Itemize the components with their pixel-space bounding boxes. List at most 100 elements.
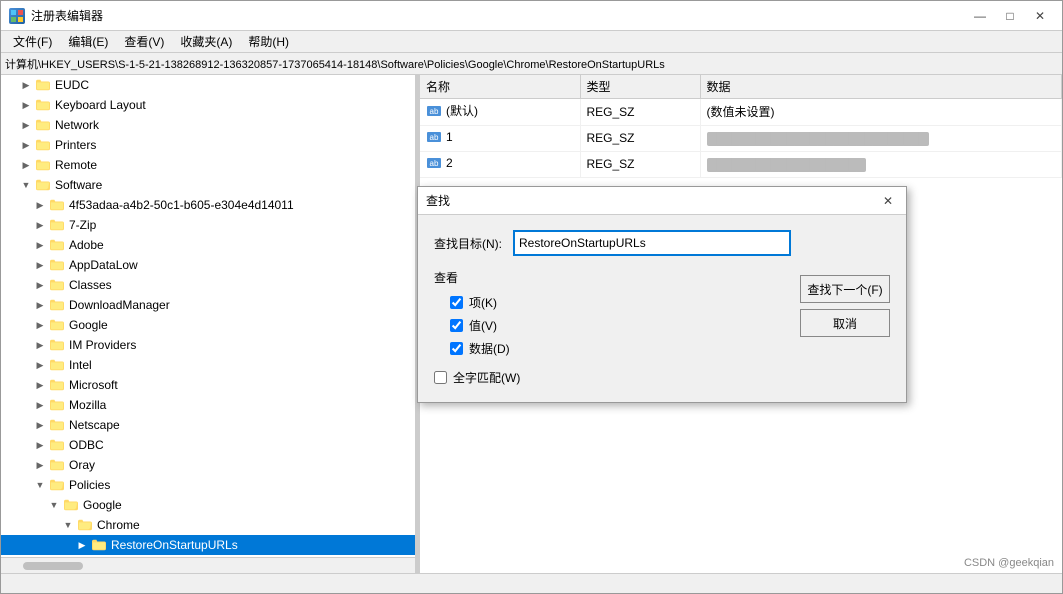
col-data[interactable]: 数据 [700, 75, 1062, 99]
tree-label: Intel [69, 358, 92, 372]
tree-label: EUDC [55, 78, 89, 92]
status-bar [1, 573, 1062, 593]
folder-icon [49, 277, 65, 293]
tree-item-appdatalow[interactable]: ▶ AppDataLow [1, 255, 415, 275]
tree-hscroll[interactable] [1, 557, 415, 573]
whole-word-label: 全字匹配(W) [453, 369, 520, 386]
maximize-button[interactable]: □ [996, 6, 1024, 26]
expand-icon: ▶ [33, 358, 47, 372]
checkbox-data[interactable]: 数据(D) [450, 340, 890, 357]
find-next-button[interactable]: 查找下一个(F) [800, 275, 890, 303]
tree-item-guid[interactable]: ▶ 4f53adaa-a4b2-50c1-b605-e304e4d14011 [1, 195, 415, 215]
tree-label: Google [69, 318, 108, 332]
tree-label: DownloadManager [69, 298, 170, 312]
folder-icon [49, 317, 65, 333]
tree-item-chrome[interactable]: ▼ Chrome [1, 515, 415, 535]
menu-help[interactable]: 帮助(H) [240, 31, 297, 52]
tree-item-google[interactable]: ▶ Google [1, 315, 415, 335]
tree-label: Classes [69, 278, 112, 292]
col-type[interactable]: 类型 [580, 75, 700, 99]
tree-item-improviders[interactable]: ▶ IM Providers [1, 335, 415, 355]
folder-icon [49, 197, 65, 213]
expand-icon: ▶ [33, 278, 47, 292]
expand-icon: ▶ [33, 238, 47, 252]
folder-icon-open [35, 177, 51, 193]
folder-icon [49, 377, 65, 393]
cell-name: ab 1 [420, 125, 580, 151]
checkbox-value-label: 值(V) [469, 317, 497, 334]
cell-type: REG_SZ [580, 151, 700, 177]
tree-item-netscape[interactable]: ▶ Netscape [1, 415, 415, 435]
menu-edit[interactable]: 编辑(E) [60, 31, 116, 52]
table-row[interactable]: ab (默认) REG_SZ (数值未设置) [420, 99, 1062, 126]
cell-data-blurred: ████████████████████████████ [700, 125, 1062, 151]
tree-label: Remote [55, 158, 97, 172]
tree-item-policies-google[interactable]: ▼ Google [1, 495, 415, 515]
folder-icon [35, 137, 51, 153]
tree-item-oray[interactable]: ▶ Oray [1, 455, 415, 475]
expand-icon: ▶ [33, 298, 47, 312]
svg-text:ab: ab [430, 133, 439, 142]
col-name[interactable]: 名称 [420, 75, 580, 99]
tree-item-mozilla[interactable]: ▶ Mozilla [1, 395, 415, 415]
find-dialog[interactable]: 查找 ✕ 查找目标(N): 查看 项(K) [417, 186, 907, 403]
close-button[interactable]: ✕ [1026, 6, 1054, 26]
whole-word-row[interactable]: 全字匹配(W) [434, 369, 890, 386]
tree-item-eudc[interactable]: ▶ EUDC [1, 75, 415, 95]
dialog-title-bar: 查找 ✕ [418, 187, 906, 215]
whole-word-checkbox[interactable] [434, 371, 447, 384]
tree-label: Policies [69, 478, 110, 492]
expand-icon: ▶ [33, 218, 47, 232]
find-input[interactable] [514, 231, 790, 255]
tree-item-downloadmanager[interactable]: ▶ DownloadManager [1, 295, 415, 315]
tree-item-microsoft[interactable]: ▶ Microsoft [1, 375, 415, 395]
expand-icon: ▶ [19, 138, 33, 152]
title-bar: 注册表编辑器 — □ ✕ [1, 1, 1062, 31]
tree-label: Printers [55, 138, 96, 152]
tree-scroll[interactable]: ▶ EUDC ▶ Keyboard Layout ▶ [1, 75, 415, 557]
tree-label: Oray [69, 458, 95, 472]
folder-icon [91, 537, 107, 553]
tree-item-printers[interactable]: ▶ Printers [1, 135, 415, 155]
folder-icon [49, 437, 65, 453]
expand-icon: ▶ [33, 398, 47, 412]
tree-item-policies[interactable]: ▼ Policies [1, 475, 415, 495]
table-row[interactable]: ab 2 REG_SZ ████████████████████ [420, 151, 1062, 177]
tree-item-intel[interactable]: ▶ Intel [1, 355, 415, 375]
tree-label: IM Providers [69, 338, 136, 352]
tree-item-remote[interactable]: ▶ Remote [1, 155, 415, 175]
checkbox-key-input[interactable] [450, 296, 463, 309]
tree-label: 7-Zip [69, 218, 96, 232]
checkbox-data-input[interactable] [450, 342, 463, 355]
menu-favorites[interactable]: 收藏夹(A) [172, 31, 240, 52]
folder-icon [35, 117, 51, 133]
tree-item-7zip[interactable]: ▶ 7-Zip [1, 215, 415, 235]
tree-item-network[interactable]: ▶ Network [1, 115, 415, 135]
menu-file[interactable]: 文件(F) [5, 31, 60, 52]
tree-item-keyboard[interactable]: ▶ Keyboard Layout [1, 95, 415, 115]
tree-item-classes[interactable]: ▶ Classes [1, 275, 415, 295]
tree-label: Network [55, 118, 99, 132]
folder-icon [35, 157, 51, 173]
dialog-close-button[interactable]: ✕ [878, 191, 898, 211]
address-bar: 计算机\HKEY_USERS\S-1-5-21-138268912-136320… [1, 53, 1062, 75]
tree-label: Software [55, 178, 102, 192]
checkbox-value-input[interactable] [450, 319, 463, 332]
svg-text:ab: ab [430, 159, 439, 168]
tree-item-software[interactable]: ▼ Software [1, 175, 415, 195]
folder-icon [35, 97, 51, 113]
tree-item-adobe[interactable]: ▶ Adobe [1, 235, 415, 255]
table-row[interactable]: ab 1 REG_SZ ████████████████████████████ [420, 125, 1062, 151]
tree-item-restore-urls[interactable]: ▶ RestoreOnStartupURLs [1, 535, 415, 555]
find-label: 查找目标(N): [434, 235, 514, 252]
folder-icon [49, 297, 65, 313]
menu-bar: 文件(F) 编辑(E) 查看(V) 收藏夹(A) 帮助(H) [1, 31, 1062, 53]
folder-icon [35, 77, 51, 93]
tree-label: Mozilla [69, 398, 106, 412]
tree-item-odbc[interactable]: ▶ ODBC [1, 435, 415, 455]
tree-label: Microsoft [69, 378, 118, 392]
minimize-button[interactable]: — [966, 6, 994, 26]
cancel-button[interactable]: 取消 [800, 309, 890, 337]
expand-icon: ▶ [33, 438, 47, 452]
menu-view[interactable]: 查看(V) [116, 31, 172, 52]
